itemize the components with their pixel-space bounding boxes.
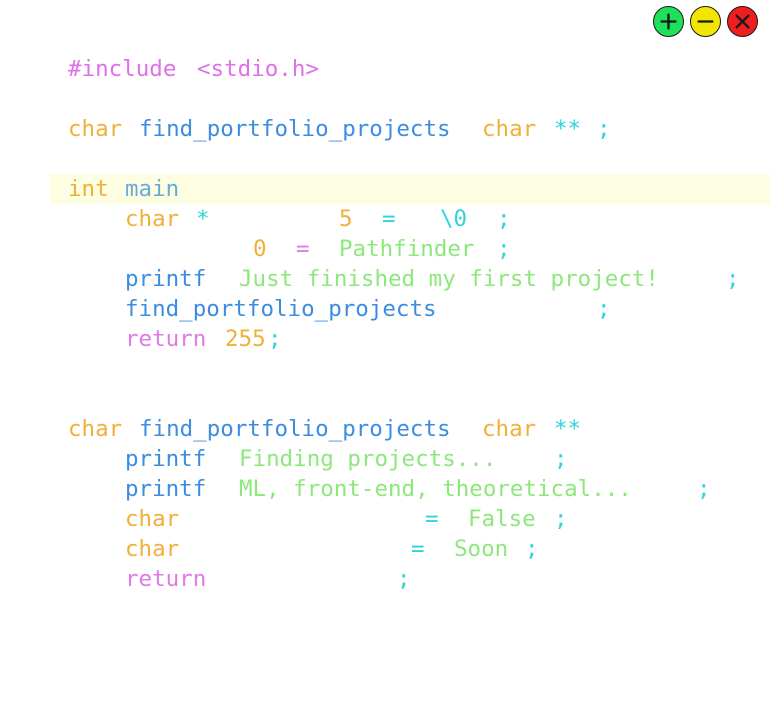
- window-controls: [653, 6, 758, 37]
- main-line4-fn: find_portfolio_projects: [125, 296, 437, 322]
- definition-name: find_portfolio_projects: [139, 416, 451, 442]
- main-line4-semi: ;: [597, 296, 611, 322]
- code-line-prototype: char find_portfolio_projects char ** ;: [0, 114, 770, 144]
- main-line1-eq: =: [382, 206, 396, 232]
- minus-icon[interactable]: [690, 6, 721, 37]
- def-line4-type: char: [125, 536, 180, 562]
- def-line4-value: Soon: [454, 536, 509, 562]
- code-line-def-4: char = Soon ;: [0, 534, 770, 564]
- prototype-type: char: [68, 116, 123, 142]
- def-line4-eq: =: [411, 536, 425, 562]
- main-line3-semi: ;: [726, 266, 740, 292]
- def-line3-type: char: [125, 506, 180, 532]
- def-line5-keyword: return: [125, 566, 207, 592]
- code-line-main-2: 0 = Pathfinder ;: [0, 234, 770, 264]
- main-line2-value: Pathfinder: [339, 236, 475, 262]
- code-line-main-1: char * 5 = \0 ;: [0, 204, 770, 234]
- main-line5-keyword: return: [125, 326, 207, 352]
- code-line-main-3: printf Just finished my first project! ;: [0, 264, 770, 294]
- main-line1-size: 5: [339, 206, 353, 232]
- definition-param-type: char: [482, 416, 537, 442]
- prototype-name: find_portfolio_projects: [139, 116, 451, 142]
- code-line-def-1: printf Finding projects... ;: [0, 444, 770, 474]
- main-line2-index: 0: [253, 236, 267, 262]
- def-line2-semi: ;: [697, 476, 711, 502]
- code-line-def-2: printf ML, front-end, theoretical... ;: [0, 474, 770, 504]
- include-directive: #include: [68, 56, 177, 82]
- def-line3-eq: =: [425, 506, 439, 532]
- def-line1-fn: printf: [125, 446, 207, 472]
- def-line5-semi: ;: [397, 566, 411, 592]
- code-line-main-signature[interactable]: int main: [0, 174, 770, 204]
- prototype-semicolon: ;: [597, 116, 611, 142]
- code-line-include: #include <stdio.h>: [0, 54, 770, 84]
- main-type: int: [68, 176, 109, 202]
- main-line1-type: char: [125, 206, 180, 232]
- plus-icon[interactable]: [653, 6, 684, 37]
- prototype-stars: **: [554, 116, 582, 142]
- code-editor: #include <stdio.h> char find_portfolio_p…: [0, 54, 770, 594]
- include-header: <stdio.h>: [197, 56, 319, 82]
- code-line-main-5: return 255 ;: [0, 324, 770, 354]
- main-line3-fn: printf: [125, 266, 207, 292]
- code-line-def-5: return ;: [0, 564, 770, 594]
- def-line3-value: False: [468, 506, 536, 532]
- close-icon[interactable]: [727, 6, 758, 37]
- def-line1-text: Finding projects...: [239, 446, 497, 472]
- definition-stars: **: [554, 416, 582, 442]
- main-line1-value: \0: [440, 206, 468, 232]
- definition-type: char: [68, 416, 123, 442]
- prototype-param-type: char: [482, 116, 537, 142]
- code-line-def-3: char = False ;: [0, 504, 770, 534]
- code-line-main-4: find_portfolio_projects ;: [0, 294, 770, 324]
- main-line2-semi: ;: [497, 236, 511, 262]
- def-line2-fn: printf: [125, 476, 207, 502]
- main-line3-text: Just finished my first project!: [239, 266, 659, 292]
- def-line1-semi: ;: [554, 446, 568, 472]
- main-line1-star: *: [196, 206, 210, 232]
- main-line1-semi: ;: [497, 206, 511, 232]
- def-line3-semi: ;: [554, 506, 568, 532]
- def-line2-text: ML, front-end, theoretical...: [239, 476, 632, 502]
- def-line4-semi: ;: [525, 536, 539, 562]
- main-line2-eq: =: [296, 236, 310, 262]
- main-line5-semi: ;: [268, 326, 282, 352]
- code-line-definition: char find_portfolio_projects char **: [0, 414, 770, 444]
- main-name: main: [125, 176, 180, 202]
- main-line5-value: 255: [225, 326, 266, 352]
